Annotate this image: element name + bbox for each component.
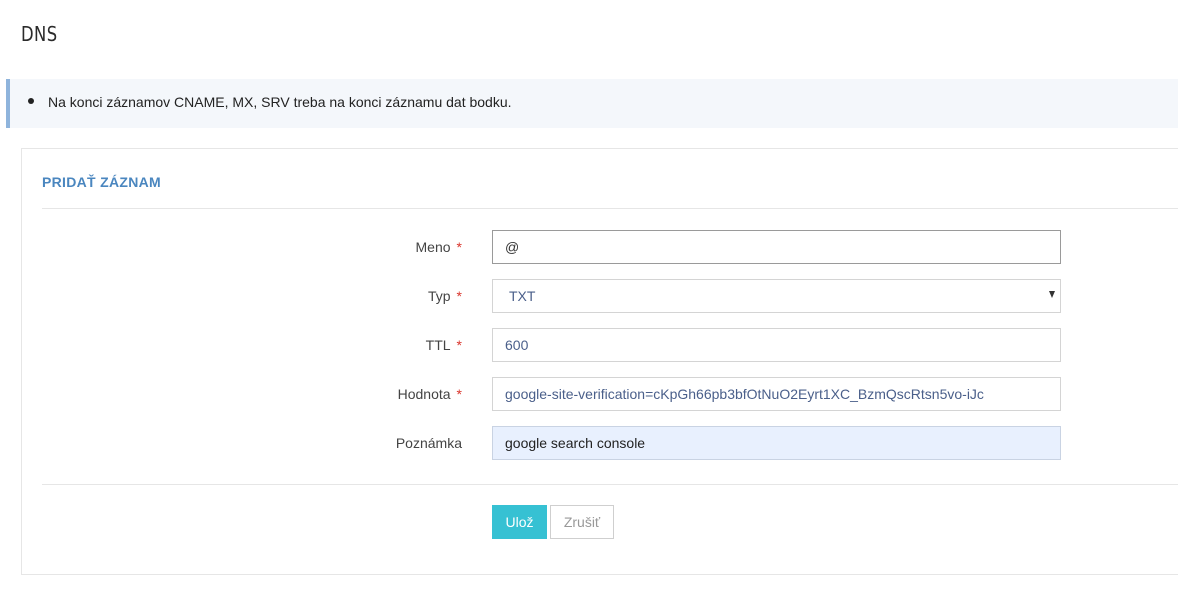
- notice-text: Na konci záznamov CNAME, MX, SRV treba n…: [48, 94, 512, 110]
- add-record-panel: PRIDAŤ ZÁZNAM Meno * Typ * TXT TTL * Hodnot…: [21, 148, 1178, 575]
- required-mark: *: [456, 337, 462, 353]
- value-input[interactable]: [492, 377, 1061, 411]
- bullet-icon: [28, 98, 34, 105]
- type-select-wrapper: TXT: [492, 279, 1061, 313]
- required-mark: *: [456, 239, 462, 255]
- cancel-button[interactable]: Zrušiť: [550, 505, 614, 539]
- ttl-label: TTL *: [426, 328, 462, 362]
- note-label-text: Poznámka: [395, 435, 462, 451]
- form-row-value: Hodnota *: [22, 377, 1178, 411]
- type-label: Typ *: [428, 279, 462, 313]
- form-row-type: Typ * TXT: [22, 279, 1178, 313]
- form-row-ttl: TTL *: [22, 328, 1178, 362]
- notice-item: Na konci záznamov CNAME, MX, SRV treba n…: [28, 94, 512, 110]
- type-label-text: Typ: [427, 288, 451, 304]
- actions-divider: [42, 484, 1178, 485]
- form-row-name: Meno *: [22, 230, 1178, 264]
- panel-divider: [42, 208, 1178, 209]
- required-mark: *: [456, 288, 462, 304]
- value-label: Hodnota *: [398, 377, 462, 411]
- form-row-note: Poznámka: [22, 426, 1178, 460]
- name-label: Meno *: [416, 230, 462, 264]
- type-select[interactable]: TXT: [492, 279, 1061, 313]
- value-label-text: Hodnota: [397, 386, 451, 402]
- note-label: Poznámka: [396, 426, 462, 460]
- ttl-input[interactable]: [492, 328, 1061, 362]
- note-input[interactable]: [492, 426, 1061, 460]
- required-mark: *: [456, 386, 462, 402]
- name-input[interactable]: [492, 230, 1061, 264]
- name-label-text: Meno: [415, 239, 451, 255]
- info-notice: Na konci záznamov CNAME, MX, SRV treba n…: [6, 79, 1178, 128]
- save-button[interactable]: Ulož: [492, 505, 547, 539]
- page-title: DNS: [21, 22, 58, 46]
- ttl-label-text: TTL: [425, 337, 451, 353]
- panel-title: PRIDAŤ ZÁZNAM: [42, 174, 161, 190]
